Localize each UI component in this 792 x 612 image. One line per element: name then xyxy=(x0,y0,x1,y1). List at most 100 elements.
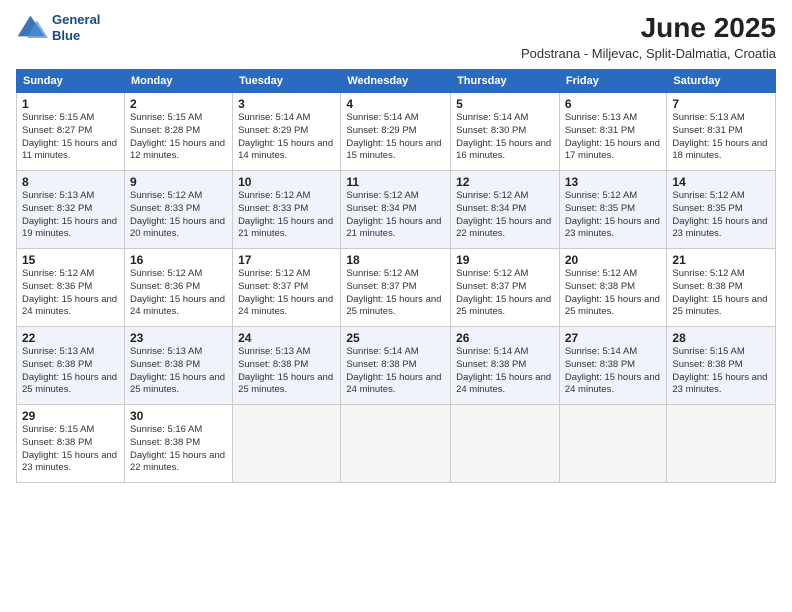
col-monday: Monday xyxy=(124,70,232,93)
calendar-cell xyxy=(451,405,560,483)
day-number: 21 xyxy=(672,253,770,267)
calendar-cell xyxy=(667,405,776,483)
page: General Blue June 2025 Podstrana - Milje… xyxy=(0,0,792,612)
calendar-cell: 24 Sunrise: 5:13 AM Sunset: 8:38 PM Dayl… xyxy=(233,327,341,405)
day-number: 23 xyxy=(130,331,227,345)
day-number: 7 xyxy=(672,97,770,111)
day-info: Sunrise: 5:15 AM Sunset: 8:38 PM Dayligh… xyxy=(22,424,119,475)
week-row-4: 22 Sunrise: 5:13 AM Sunset: 8:38 PM Dayl… xyxy=(17,327,776,405)
calendar-cell: 13 Sunrise: 5:12 AM Sunset: 8:35 PM Dayl… xyxy=(559,171,667,249)
day-info: Sunrise: 5:12 AM Sunset: 8:33 PM Dayligh… xyxy=(130,190,227,241)
title-area: June 2025 Podstrana - Miljevac, Split-Da… xyxy=(521,12,776,61)
day-number: 9 xyxy=(130,175,227,189)
day-number: 15 xyxy=(22,253,119,267)
day-number: 4 xyxy=(346,97,445,111)
calendar-cell: 8 Sunrise: 5:13 AM Sunset: 8:32 PM Dayli… xyxy=(17,171,125,249)
day-number: 12 xyxy=(456,175,554,189)
day-info: Sunrise: 5:12 AM Sunset: 8:35 PM Dayligh… xyxy=(565,190,662,241)
day-info: Sunrise: 5:15 AM Sunset: 8:28 PM Dayligh… xyxy=(130,112,227,163)
day-info: Sunrise: 5:14 AM Sunset: 8:38 PM Dayligh… xyxy=(565,346,662,397)
calendar-cell: 26 Sunrise: 5:14 AM Sunset: 8:38 PM Dayl… xyxy=(451,327,560,405)
day-info: Sunrise: 5:12 AM Sunset: 8:34 PM Dayligh… xyxy=(346,190,445,241)
calendar-cell: 2 Sunrise: 5:15 AM Sunset: 8:28 PM Dayli… xyxy=(124,93,232,171)
calendar-cell: 5 Sunrise: 5:14 AM Sunset: 8:30 PM Dayli… xyxy=(451,93,560,171)
day-number: 26 xyxy=(456,331,554,345)
calendar-cell xyxy=(233,405,341,483)
calendar-cell: 17 Sunrise: 5:12 AM Sunset: 8:37 PM Dayl… xyxy=(233,249,341,327)
calendar-table: Sunday Monday Tuesday Wednesday Thursday… xyxy=(16,69,776,483)
day-info: Sunrise: 5:12 AM Sunset: 8:37 PM Dayligh… xyxy=(238,268,335,319)
subtitle: Podstrana - Miljevac, Split-Dalmatia, Cr… xyxy=(521,46,776,61)
calendar-cell: 4 Sunrise: 5:14 AM Sunset: 8:29 PM Dayli… xyxy=(341,93,451,171)
calendar-cell: 20 Sunrise: 5:12 AM Sunset: 8:38 PM Dayl… xyxy=(559,249,667,327)
day-info: Sunrise: 5:13 AM Sunset: 8:32 PM Dayligh… xyxy=(22,190,119,241)
col-wednesday: Wednesday xyxy=(341,70,451,93)
day-info: Sunrise: 5:12 AM Sunset: 8:37 PM Dayligh… xyxy=(346,268,445,319)
calendar-cell: 7 Sunrise: 5:13 AM Sunset: 8:31 PM Dayli… xyxy=(667,93,776,171)
day-info: Sunrise: 5:15 AM Sunset: 8:27 PM Dayligh… xyxy=(22,112,119,163)
day-info: Sunrise: 5:14 AM Sunset: 8:29 PM Dayligh… xyxy=(346,112,445,163)
day-info: Sunrise: 5:12 AM Sunset: 8:38 PM Dayligh… xyxy=(672,268,770,319)
col-saturday: Saturday xyxy=(667,70,776,93)
calendar-cell: 16 Sunrise: 5:12 AM Sunset: 8:36 PM Dayl… xyxy=(124,249,232,327)
day-number: 10 xyxy=(238,175,335,189)
calendar-cell: 15 Sunrise: 5:12 AM Sunset: 8:36 PM Dayl… xyxy=(17,249,125,327)
logo: General Blue xyxy=(16,12,100,43)
week-row-1: 1 Sunrise: 5:15 AM Sunset: 8:27 PM Dayli… xyxy=(17,93,776,171)
day-info: Sunrise: 5:12 AM Sunset: 8:33 PM Dayligh… xyxy=(238,190,335,241)
calendar-cell: 28 Sunrise: 5:15 AM Sunset: 8:38 PM Dayl… xyxy=(667,327,776,405)
day-info: Sunrise: 5:13 AM Sunset: 8:31 PM Dayligh… xyxy=(672,112,770,163)
week-row-3: 15 Sunrise: 5:12 AM Sunset: 8:36 PM Dayl… xyxy=(17,249,776,327)
day-info: Sunrise: 5:12 AM Sunset: 8:37 PM Dayligh… xyxy=(456,268,554,319)
main-title: June 2025 xyxy=(521,12,776,44)
day-number: 22 xyxy=(22,331,119,345)
day-info: Sunrise: 5:14 AM Sunset: 8:38 PM Dayligh… xyxy=(346,346,445,397)
day-number: 17 xyxy=(238,253,335,267)
day-number: 19 xyxy=(456,253,554,267)
day-number: 27 xyxy=(565,331,662,345)
day-number: 14 xyxy=(672,175,770,189)
col-sunday: Sunday xyxy=(17,70,125,93)
day-info: Sunrise: 5:14 AM Sunset: 8:30 PM Dayligh… xyxy=(456,112,554,163)
calendar-cell: 25 Sunrise: 5:14 AM Sunset: 8:38 PM Dayl… xyxy=(341,327,451,405)
day-info: Sunrise: 5:12 AM Sunset: 8:36 PM Dayligh… xyxy=(22,268,119,319)
calendar-cell: 22 Sunrise: 5:13 AM Sunset: 8:38 PM Dayl… xyxy=(17,327,125,405)
day-info: Sunrise: 5:14 AM Sunset: 8:38 PM Dayligh… xyxy=(456,346,554,397)
day-number: 18 xyxy=(346,253,445,267)
day-number: 11 xyxy=(346,175,445,189)
col-tuesday: Tuesday xyxy=(233,70,341,93)
day-number: 13 xyxy=(565,175,662,189)
calendar-cell: 23 Sunrise: 5:13 AM Sunset: 8:38 PM Dayl… xyxy=(124,327,232,405)
day-number: 16 xyxy=(130,253,227,267)
day-number: 24 xyxy=(238,331,335,345)
day-number: 5 xyxy=(456,97,554,111)
day-number: 6 xyxy=(565,97,662,111)
logo-text: General Blue xyxy=(52,12,100,43)
calendar-cell: 29 Sunrise: 5:15 AM Sunset: 8:38 PM Dayl… xyxy=(17,405,125,483)
day-number: 25 xyxy=(346,331,445,345)
calendar-cell: 19 Sunrise: 5:12 AM Sunset: 8:37 PM Dayl… xyxy=(451,249,560,327)
day-info: Sunrise: 5:16 AM Sunset: 8:38 PM Dayligh… xyxy=(130,424,227,475)
day-info: Sunrise: 5:12 AM Sunset: 8:36 PM Dayligh… xyxy=(130,268,227,319)
calendar-cell: 3 Sunrise: 5:14 AM Sunset: 8:29 PM Dayli… xyxy=(233,93,341,171)
calendar-cell xyxy=(341,405,451,483)
calendar-cell: 21 Sunrise: 5:12 AM Sunset: 8:38 PM Dayl… xyxy=(667,249,776,327)
day-number: 2 xyxy=(130,97,227,111)
day-info: Sunrise: 5:13 AM Sunset: 8:31 PM Dayligh… xyxy=(565,112,662,163)
day-number: 3 xyxy=(238,97,335,111)
calendar-cell: 27 Sunrise: 5:14 AM Sunset: 8:38 PM Dayl… xyxy=(559,327,667,405)
day-info: Sunrise: 5:15 AM Sunset: 8:38 PM Dayligh… xyxy=(672,346,770,397)
day-info: Sunrise: 5:12 AM Sunset: 8:35 PM Dayligh… xyxy=(672,190,770,241)
day-number: 30 xyxy=(130,409,227,423)
calendar-cell xyxy=(559,405,667,483)
calendar-cell: 1 Sunrise: 5:15 AM Sunset: 8:27 PM Dayli… xyxy=(17,93,125,171)
day-info: Sunrise: 5:13 AM Sunset: 8:38 PM Dayligh… xyxy=(22,346,119,397)
day-info: Sunrise: 5:14 AM Sunset: 8:29 PM Dayligh… xyxy=(238,112,335,163)
day-info: Sunrise: 5:13 AM Sunset: 8:38 PM Dayligh… xyxy=(130,346,227,397)
calendar-cell: 14 Sunrise: 5:12 AM Sunset: 8:35 PM Dayl… xyxy=(667,171,776,249)
day-number: 28 xyxy=(672,331,770,345)
week-row-2: 8 Sunrise: 5:13 AM Sunset: 8:32 PM Dayli… xyxy=(17,171,776,249)
calendar-cell: 11 Sunrise: 5:12 AM Sunset: 8:34 PM Dayl… xyxy=(341,171,451,249)
calendar-cell: 18 Sunrise: 5:12 AM Sunset: 8:37 PM Dayl… xyxy=(341,249,451,327)
col-friday: Friday xyxy=(559,70,667,93)
